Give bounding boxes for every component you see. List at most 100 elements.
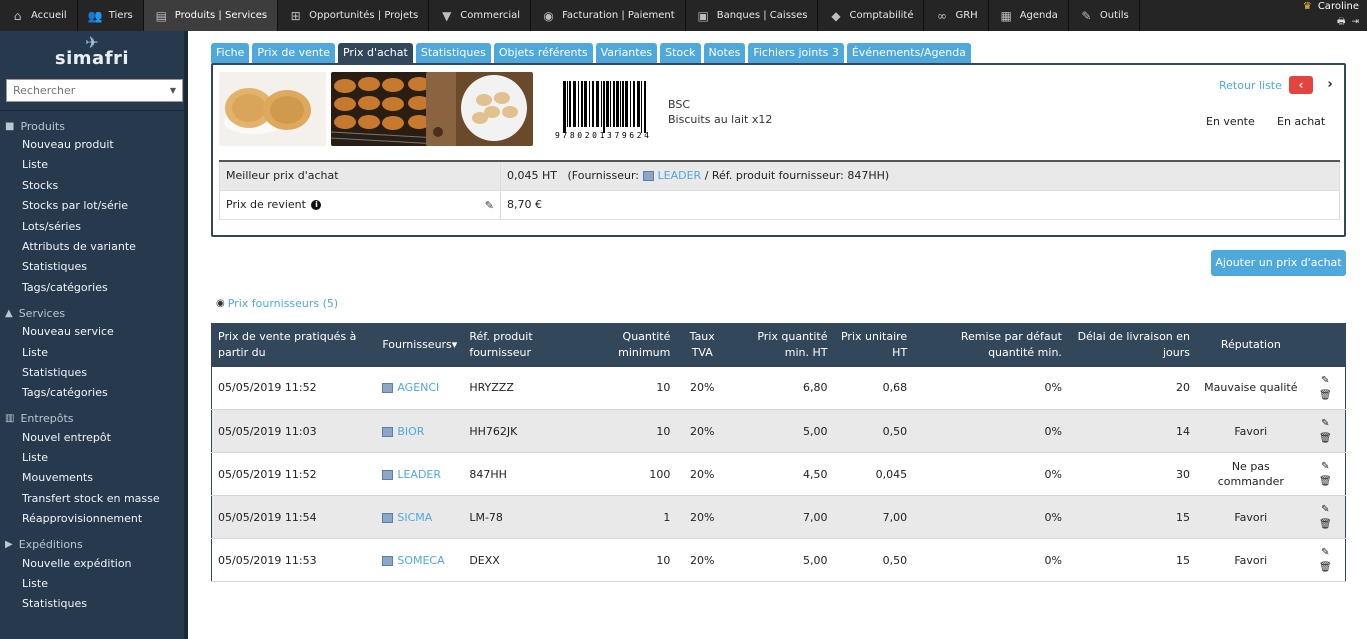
brand-logo[interactable]: ✈ simafri [0, 31, 184, 73]
info-icon[interactable]: i [311, 200, 322, 210]
topnav-item-6[interactable]: ▣ Banques | Caisses [686, 0, 819, 31]
topnav-item-8[interactable]: ∞ GRH [924, 0, 989, 31]
sidebar-item[interactable]: Statistiques [0, 594, 184, 614]
sidebar-section-title[interactable]: ▶ Expéditions [0, 536, 184, 554]
sidebar-item[interactable]: Liste [0, 448, 184, 468]
tab-2[interactable]: Prix d'achat [337, 43, 413, 63]
sidebar-item[interactable]: Nouvel entrepôt [0, 428, 184, 448]
supplier-prices-label[interactable]: Prix fournisseurs (5) [228, 297, 339, 310]
trash-icon[interactable]: 🗑 [1312, 560, 1339, 575]
product-photo-2[interactable] [331, 72, 438, 146]
topnav-item-4[interactable]: ▼ Commercial [429, 0, 532, 31]
sidebar-item[interactable]: Statistiques [0, 257, 184, 277]
sidebar-item[interactable]: Tags/catégories [0, 383, 184, 403]
product-photo-1[interactable] [219, 72, 326, 146]
supplier-link[interactable]: LEADER [397, 468, 441, 481]
sidebar-item[interactable]: Stocks [0, 176, 184, 196]
topnav-item-2[interactable]: ▤ Produits | Services [143, 0, 279, 31]
col-unit-price[interactable]: Prix unitaire HT [833, 323, 914, 367]
col-delivery-delay[interactable]: Délai de livraison en jours [1067, 323, 1197, 367]
tab-6[interactable]: Stock [660, 43, 701, 63]
sidebar-item[interactable]: Liste [0, 343, 184, 363]
topnav-label: Opportunités | Projets [309, 10, 419, 21]
pencil-edit-icon[interactable]: ✎ [1312, 545, 1339, 560]
trash-icon[interactable]: 🗑 [1312, 388, 1339, 403]
user-avatar-icon[interactable]: ♛ [1303, 1, 1312, 12]
product-photo-3[interactable] [426, 72, 533, 146]
user-name[interactable]: Caroline [1318, 1, 1359, 12]
add-purchase-price-button[interactable]: Ajouter un prix d'achat [1211, 250, 1346, 276]
tab-1[interactable]: Prix de vente [252, 43, 335, 63]
supplier-link[interactable]: AGENCI [397, 381, 439, 394]
barcode-bar [569, 81, 571, 127]
logout-icon[interactable]: ⇥ [1351, 17, 1359, 27]
chevron-down-icon[interactable]: ▼ [170, 86, 176, 95]
topnav-item-10[interactable]: ✎ Outils [1069, 0, 1140, 31]
sidebar-item[interactable]: Lots/séries [0, 217, 184, 237]
col-supplier[interactable]: Fournisseurs▾ [376, 323, 464, 367]
pencil-edit-icon[interactable]: ✎ [485, 199, 494, 212]
col-price-min-qty[interactable]: Prix quantité min. HT [728, 323, 834, 367]
company-icon [642, 171, 654, 182]
col-supplier-ref[interactable]: Réf. produit fournisseur [463, 323, 573, 367]
print-icon[interactable]: 🖶 [1337, 14, 1346, 30]
trash-icon[interactable]: 🗑 [1312, 517, 1339, 532]
pencil-edit-icon[interactable]: ✎ [1312, 459, 1339, 474]
sidebar-item[interactable]: Tags/catégories [0, 278, 184, 298]
sidebar-section-label: Expéditions [18, 538, 83, 552]
back-to-list-link[interactable]: Retour liste [1219, 79, 1282, 92]
sidebar-section-title[interactable]: ■ Produits [0, 117, 184, 135]
topnav-item-1[interactable]: 👥 Tiers [78, 0, 144, 31]
piggy-bank-icon: ◉ [543, 8, 554, 23]
sidebar-item[interactable]: Transfert stock en masse [0, 489, 184, 509]
topnav-item-5[interactable]: ◉ Facturation | Paiement [531, 0, 686, 31]
sidebar-section-title[interactable]: ▲ Services [0, 304, 184, 322]
topnav-item-7[interactable]: ◆ Comptabilité [818, 0, 925, 31]
tab-3[interactable]: Statistiques [415, 43, 491, 63]
pencil-edit-icon[interactable]: ✎ [1312, 416, 1339, 431]
col-date[interactable]: Prix de vente pratiqués à partir du [211, 323, 377, 367]
status-on-sale[interactable]: En vente [1206, 115, 1255, 128]
best-price-supplier-link[interactable]: LEADER [658, 169, 702, 182]
topnav-item-0[interactable]: ⌂ Accueil [0, 0, 78, 31]
tab-7[interactable]: Notes [703, 43, 746, 63]
car-icon: ◆ [831, 8, 841, 23]
sidebar-item[interactable]: Liste [0, 155, 184, 175]
pencil-edit-icon[interactable]: ✎ [1312, 373, 1339, 388]
supplier-prices-link[interactable]: ◉ Prix fournisseurs (5) [216, 297, 338, 310]
next-product-button[interactable]: › [1323, 76, 1337, 94]
sidebar-item[interactable]: Réapprovisionnement [0, 509, 184, 529]
previous-product-button[interactable]: ‹ [1289, 76, 1313, 94]
tab-4[interactable]: Objets référents [493, 43, 593, 63]
topnav-item-3[interactable]: ⊞ Opportunités | Projets [278, 0, 430, 31]
sidebar-item[interactable]: Mouvements [0, 468, 184, 488]
sidebar-item[interactable]: Attributs de variante [0, 237, 184, 257]
table-row: 05/05/2019 11:03 BIOR HH762JK 10 20% 5,00 0,50… [211, 409, 1346, 453]
status-on-purchase[interactable]: En achat [1277, 115, 1325, 128]
col-min-qty[interactable]: Quantité minimum [572, 323, 677, 367]
trash-icon[interactable]: 🗑 [1312, 474, 1339, 489]
supplier-link[interactable]: SOMECA [397, 554, 444, 567]
pencil-edit-icon[interactable]: ✎ [1312, 502, 1339, 517]
supplier-link[interactable]: BIOR [397, 425, 424, 438]
sidebar-item[interactable]: Liste [0, 574, 184, 594]
col-vat[interactable]: Taux TVA [676, 323, 729, 367]
topnav-item-9[interactable]: ▦ Agenda [989, 0, 1069, 31]
sidebar-item[interactable]: Nouvelle expédition [0, 554, 184, 574]
supplier-link[interactable]: SICMA [397, 511, 432, 524]
col-reputation[interactable]: Réputation [1196, 323, 1306, 367]
sidebar-item[interactable]: Statistiques [0, 363, 184, 383]
trash-icon[interactable]: 🗑 [1312, 431, 1339, 446]
search-select[interactable]: ▼ [6, 79, 183, 102]
sidebar-item[interactable]: Nouveau produit [0, 135, 184, 155]
tab-9[interactable]: Événements/Agenda [846, 43, 972, 63]
sidebar-item[interactable]: Stocks par lot/série [0, 196, 184, 216]
tab-8[interactable]: Fichiers joints 3 [748, 43, 844, 63]
tab-5[interactable]: Variantes [595, 43, 658, 63]
tab-0[interactable]: Fiche [211, 43, 250, 63]
sidebar-item[interactable]: Nouveau service [0, 322, 184, 342]
col-default-discount[interactable]: Remise par défaut quantité min. [913, 323, 1068, 367]
sidebar-section-title[interactable]: ▥ Entrepôts [0, 410, 184, 428]
search-input[interactable] [13, 84, 163, 97]
glasses-icon: ∞ [936, 8, 947, 23]
